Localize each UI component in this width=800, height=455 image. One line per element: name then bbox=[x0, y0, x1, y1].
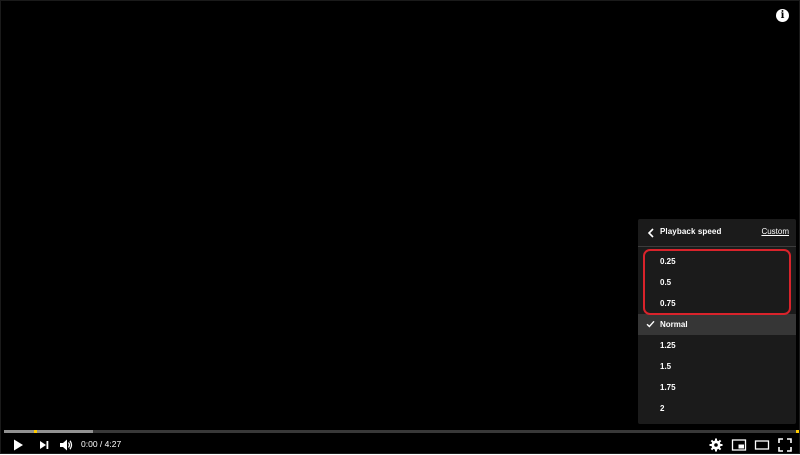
volume-button[interactable] bbox=[58, 437, 74, 453]
speed-option-normal[interactable]: Normal bbox=[638, 314, 796, 335]
speed-option-0-5[interactable]: 0.5 bbox=[638, 272, 796, 293]
speed-option-label: Normal bbox=[660, 320, 688, 329]
chevron-left-icon[interactable] bbox=[647, 228, 655, 238]
control-bar: 0:00 / 4:27 bbox=[1, 434, 800, 455]
info-icon[interactable]: i bbox=[776, 9, 789, 22]
custom-speed-link[interactable]: Custom bbox=[761, 227, 789, 236]
panel-title: Playback speed bbox=[660, 227, 722, 236]
speed-option-0-25[interactable]: 0.25 bbox=[638, 251, 796, 272]
settings-icon bbox=[709, 438, 723, 452]
play-button[interactable] bbox=[10, 437, 26, 453]
fullscreen-icon bbox=[778, 438, 792, 452]
next-icon bbox=[40, 441, 49, 449]
chapter-marker bbox=[34, 430, 37, 433]
speed-option-label: 1.75 bbox=[660, 383, 676, 392]
speed-option-1-75[interactable]: 1.75 bbox=[638, 377, 796, 398]
speed-option-list: 0.25 0.5 0.75 Normal 1.25 1.5 1.75 2 bbox=[638, 251, 796, 419]
time-display: 0:00 / 4:27 bbox=[81, 439, 122, 449]
miniplayer-icon bbox=[731, 439, 747, 451]
speed-option-label: 0.5 bbox=[660, 278, 672, 287]
speed-option-1-25[interactable]: 1.25 bbox=[638, 335, 796, 356]
fullscreen-button[interactable] bbox=[777, 437, 793, 453]
speed-option-2[interactable]: 2 bbox=[638, 398, 796, 419]
play-icon bbox=[14, 439, 23, 451]
speed-option-label: 2 bbox=[660, 404, 665, 413]
volume-icon bbox=[60, 439, 73, 451]
speed-option-label: 1.5 bbox=[660, 362, 672, 371]
playback-speed-menu: Playback speed Custom 0.25 0.5 0.75 Norm… bbox=[638, 219, 796, 424]
check-icon bbox=[646, 320, 655, 328]
speed-option-label: 0.25 bbox=[660, 257, 676, 266]
progress-bar[interactable] bbox=[4, 430, 799, 433]
progress-loaded bbox=[4, 430, 93, 433]
speed-option-label: 0.75 bbox=[660, 299, 676, 308]
theater-mode-button[interactable] bbox=[754, 437, 770, 453]
progress-end-marker bbox=[796, 430, 799, 433]
next-button[interactable] bbox=[36, 437, 52, 453]
speed-option-1-5[interactable]: 1.5 bbox=[638, 356, 796, 377]
video-player[interactable]: i Playback speed Custom 0.25 0.5 0.75 No… bbox=[0, 0, 800, 454]
settings-button[interactable] bbox=[708, 437, 724, 453]
miniplayer-button[interactable] bbox=[731, 437, 747, 453]
panel-header[interactable]: Playback speed Custom bbox=[638, 219, 796, 247]
speed-option-label: 1.25 bbox=[660, 341, 676, 350]
speed-option-0-75[interactable]: 0.75 bbox=[638, 293, 796, 314]
info-glyph: i bbox=[780, 10, 785, 21]
theater-icon bbox=[754, 440, 770, 450]
